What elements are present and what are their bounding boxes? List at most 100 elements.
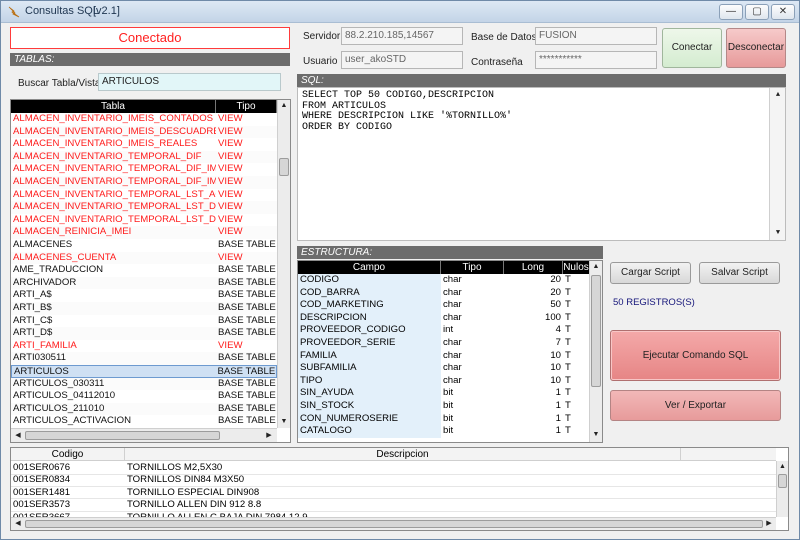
field-type-cell: bit [443,412,454,424]
minimize-button[interactable]: — [719,4,743,20]
table-row[interactable]: ARTI_FAMILIA VIEW [11,339,277,353]
disconnect-button[interactable]: Desconectar [726,28,786,68]
result-row[interactable]: 001SER0834 TORNILLOS DIN84 M3X50 [11,474,776,487]
table-type-cell: BASE TABLE [217,366,276,377]
col-header-length[interactable]: Long [504,261,563,274]
server-field[interactable]: 88.2.210.185,14567 [341,27,463,45]
search-table-input[interactable]: ARTICULOS [98,73,281,91]
password-field[interactable]: *********** [535,51,657,69]
user-field[interactable]: user_akoSTD [341,51,463,69]
table-row[interactable]: AME_TRADUCCION BASE TABLE [11,264,277,277]
arrow-right-icon[interactable]: ▶ [263,430,275,442]
table-row[interactable]: ALMACEN_INVENTARIO_TEMPORAL_LST_DIF1_IME… [11,213,277,227]
result-row[interactable]: 001SER0676 TORNILLOS M2,5X30 [11,462,776,475]
structure-row[interactable]: SIN_AYUDA bit 1 T [298,387,590,400]
title-bar[interactable]: Consultas SQL [v2.1] — ▢ ✕ [1,1,799,23]
tables-vscroll-thumb[interactable] [279,158,289,176]
table-name-cell: AME_TRADUCCION [13,264,104,276]
results-grid[interactable]: Codigo Descripcion 001SER0676 TORNILLOS M… [10,447,789,531]
col-header-table[interactable]: Tabla [11,100,216,113]
table-row[interactable]: ALMACEN_INVENTARIO_IMEIS_CONTADOS VIEW [11,113,277,126]
table-row[interactable]: ARTI_D$ BASE TABLE [11,327,277,340]
table-row[interactable]: ALMACEN_INVENTARIO_TEMPORAL_DIF_IMEI_REA… [11,163,277,176]
execute-sql-button[interactable]: Ejecutar Comando SQL [610,330,781,381]
structure-row[interactable]: DESCRIPCION char 100 T [298,311,590,325]
structure-vscroll[interactable]: ▲ ▼ [589,261,602,442]
arrow-up-icon[interactable]: ▲ [590,261,602,273]
structure-row[interactable]: CON_NUMEROSERIE bit 1 T [298,412,590,426]
table-row[interactable]: ALMACEN_REINICIA_IMEI VIEW [11,226,277,239]
structure-row[interactable]: PROVEEDOR_SERIE char 7 T [298,337,590,350]
table-row[interactable]: ARTI_A$ BASE TABLE [11,289,277,302]
col-header-nulls[interactable]: Nulos [563,261,590,274]
arrow-up-icon[interactable]: ▲ [278,100,290,112]
table-row[interactable]: ALMACEN_INVENTARIO_TEMPORAL_LST_DIF1 VIEW [11,201,277,214]
tables-hscroll[interactable]: ◀ ▶ [11,428,277,442]
arrow-down-icon[interactable]: ▼ [772,227,784,239]
field-length-cell: 10 [550,349,561,361]
col-header-type[interactable]: Tipo [216,100,277,113]
structure-row[interactable]: COD_MARKETING char 50 T [298,299,590,312]
col-header-code[interactable]: Codigo [11,448,125,460]
close-button[interactable]: ✕ [771,4,795,20]
result-row[interactable]: 001SER3573 TORNILLO ALLEN DIN 912 8.8 [11,499,776,512]
password-label: Contraseña [471,57,523,68]
structure-row[interactable]: TIPO char 10 T [298,374,590,388]
result-description-cell: TORNILLOS M2,5X30 [127,462,223,473]
view-export-button[interactable]: Ver / Exportar [610,390,781,421]
structure-row[interactable]: COD_BARRA char 20 T [298,286,590,300]
table-row[interactable]: ARTI_C$ BASE TABLE [11,314,277,328]
maximize-button[interactable]: ▢ [745,4,769,20]
table-row[interactable]: ALMACEN_INVENTARIO_TEMPORAL_DIF VIEW [11,150,277,164]
table-row[interactable]: ALMACEN_INVENTARIO_TEMPORAL_LST_AGRUPADO… [11,188,277,202]
sql-vscroll[interactable]: ▲ ▼ [769,88,785,240]
col-header-field-type[interactable]: Tipo [441,261,504,274]
structure-row[interactable]: PROVEEDOR_CODIGO int 4 T [298,324,590,337]
save-script-button[interactable]: Salvar Script [699,262,780,284]
arrow-down-icon[interactable]: ▼ [278,416,290,428]
structure-row[interactable]: SUBFAMILIA char 10 T [298,362,590,375]
table-type-cell: VIEW [218,150,243,162]
table-row[interactable]: ALMACEN_INVENTARIO_IMEIS_REALES VIEW [11,138,277,151]
load-script-button[interactable]: Cargar Script [610,262,691,284]
sql-editor[interactable]: SELECT TOP 50 CODIGO,DESCRIPCION FROM AR… [297,87,786,241]
table-row[interactable]: ARTICULOS_ACTIVACION BASE TABLE [11,415,277,428]
arrow-down-icon[interactable]: ▼ [590,429,602,441]
results-hscroll[interactable]: ◀ ▶ [11,517,776,530]
table-row[interactable]: ALMACEN_INVENTARIO_TEMPORAL_DIF_IMEI_TEM… [11,176,277,189]
arrow-up-icon[interactable]: ▲ [777,461,788,473]
table-type-cell: BASE TABLE [218,377,276,389]
structure-row[interactable]: FAMILIA char 10 T [298,349,590,363]
structure-row[interactable]: SIN_STOCK bit 1 T [298,400,590,413]
results-vscroll-thumb[interactable] [778,474,787,488]
arrow-left-icon[interactable]: ◀ [12,430,24,442]
table-row[interactable]: ARCHIVADOR BASE TABLE [11,276,277,290]
table-row[interactable]: ARTI_B$ BASE TABLE [11,302,277,315]
tables-hscroll-thumb[interactable] [25,431,220,440]
tables-grid[interactable]: Tabla Tipo ALMACEN_INVENTARIO_IMEIS_CONT… [10,99,291,443]
results-vscroll[interactable]: ▲ [776,461,788,517]
table-row[interactable]: ARTI030511 BASE TABLE [11,352,277,365]
results-hscroll-thumb[interactable] [25,520,763,528]
structure-grid[interactable]: Campo Tipo Long Nulos CODIGO char 20 T COD_B… [297,260,603,443]
col-header-description[interactable]: Descripcion [125,448,681,460]
database-field[interactable]: FUSION [535,27,657,45]
table-row[interactable]: ARTICULOS_030311 BASE TABLE [11,377,277,391]
col-header-field[interactable]: Campo [298,261,441,274]
table-row[interactable]: ARTICULOS_211010 BASE TABLE [11,402,277,416]
table-row[interactable]: ALMACENES_CUENTA VIEW [11,251,277,265]
arrow-right-icon[interactable]: ▶ [763,518,775,530]
table-row[interactable]: ARTICULOS_04112010 BASE TABLE [11,390,277,403]
arrow-left-icon[interactable]: ◀ [12,518,24,530]
structure-row[interactable]: CODIGO char 20 T [298,274,590,287]
arrow-up-icon[interactable]: ▲ [772,89,784,101]
structure-vscroll-thumb[interactable] [591,275,601,387]
table-row[interactable]: ALMACEN_INVENTARIO_IMEIS_DESCUADRES VIEW [11,125,277,139]
table-row[interactable]: ALMACENES BASE TABLE [11,239,277,252]
tables-vscroll[interactable]: ▲ ▼ [277,100,290,428]
table-type-cell: VIEW [218,113,243,124]
table-row[interactable]: ARTICULOS BASE TABLE [11,365,277,378]
structure-row[interactable]: CATALOGO bit 1 T [298,425,590,438]
connect-button[interactable]: Conectar [662,28,722,68]
result-row[interactable]: 001SER1481 TORNILLO ESPECIAL DIN908 [11,487,776,500]
